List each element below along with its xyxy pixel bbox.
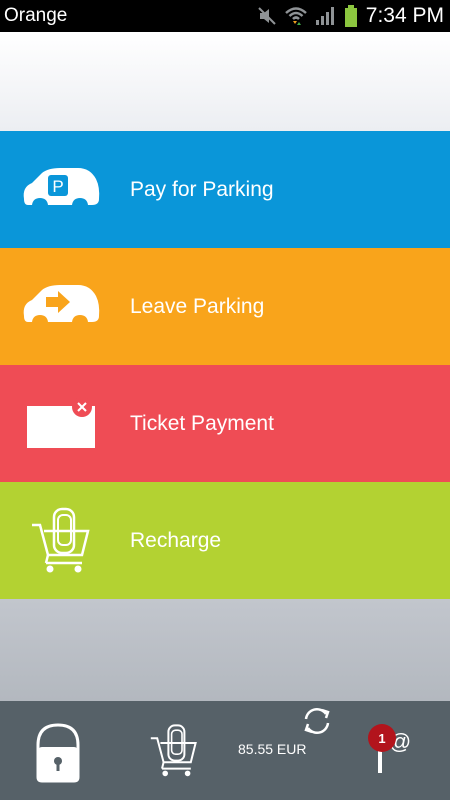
leave-parking-label: Leave Parking bbox=[130, 294, 265, 318]
clock: 7:34 PM bbox=[365, 4, 444, 27]
leave-parking-button[interactable]: Leave Parking bbox=[0, 248, 450, 365]
carrier-name: Orange bbox=[4, 5, 68, 26]
battery-icon bbox=[344, 4, 358, 28]
mute-icon bbox=[256, 5, 278, 27]
empty-area bbox=[0, 599, 450, 701]
wifi-icon bbox=[284, 5, 308, 27]
balance-amount: 85.55 EUR bbox=[238, 741, 307, 757]
lock-icon[interactable] bbox=[30, 721, 86, 785]
car-exit-icon bbox=[18, 248, 104, 365]
svg-text:P: P bbox=[52, 177, 63, 196]
recharge-label: Recharge bbox=[130, 528, 222, 552]
car-parking-icon: P bbox=[18, 131, 104, 248]
pay-for-parking-label: Pay for Parking bbox=[130, 177, 274, 201]
ticket-payment-label: Ticket Payment bbox=[130, 411, 274, 435]
pay-for-parking-button[interactable]: P Pay for Parking bbox=[0, 131, 450, 248]
notification-badge: 1 bbox=[368, 724, 396, 752]
recharge-button[interactable]: Recharge bbox=[0, 482, 450, 599]
cart-icon bbox=[18, 482, 104, 599]
signal-icon bbox=[314, 5, 338, 27]
header-area bbox=[0, 32, 450, 131]
sync-icon[interactable] bbox=[300, 704, 334, 738]
ticket-payment-button[interactable]: Ticket Payment bbox=[0, 365, 450, 482]
ticket-icon bbox=[18, 365, 104, 482]
cart-icon[interactable] bbox=[146, 719, 202, 783]
status-bar: Orange 7:34 PM bbox=[0, 0, 450, 32]
status-icons: 7:34 PM bbox=[256, 0, 444, 32]
